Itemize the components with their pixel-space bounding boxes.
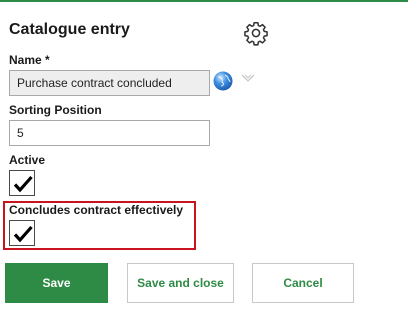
gear-icon[interactable] xyxy=(243,20,269,46)
sorting-position-field[interactable] xyxy=(9,120,210,146)
checkmark-icon xyxy=(13,175,33,193)
globe-icon[interactable] xyxy=(212,70,234,92)
dialog-title: Catalogue entry xyxy=(9,21,130,38)
sorting-position-label: Sorting Position xyxy=(9,103,102,117)
name-field[interactable]: Purchase contract concluded xyxy=(9,70,210,96)
top-divider xyxy=(0,0,408,2)
save-button[interactable]: Save xyxy=(5,263,108,303)
chevron-down-icon[interactable] xyxy=(241,73,255,83)
concludes-contract-label: Concludes contract effectively xyxy=(9,203,184,217)
checkmark-icon xyxy=(13,225,33,243)
save-and-close-button[interactable]: Save and close xyxy=(127,263,234,303)
active-checkbox[interactable] xyxy=(9,170,35,196)
active-label: Active xyxy=(9,153,46,167)
concludes-contract-checkbox[interactable] xyxy=(9,220,35,246)
name-label: Name * xyxy=(9,53,50,67)
cancel-button[interactable]: Cancel xyxy=(252,263,354,303)
